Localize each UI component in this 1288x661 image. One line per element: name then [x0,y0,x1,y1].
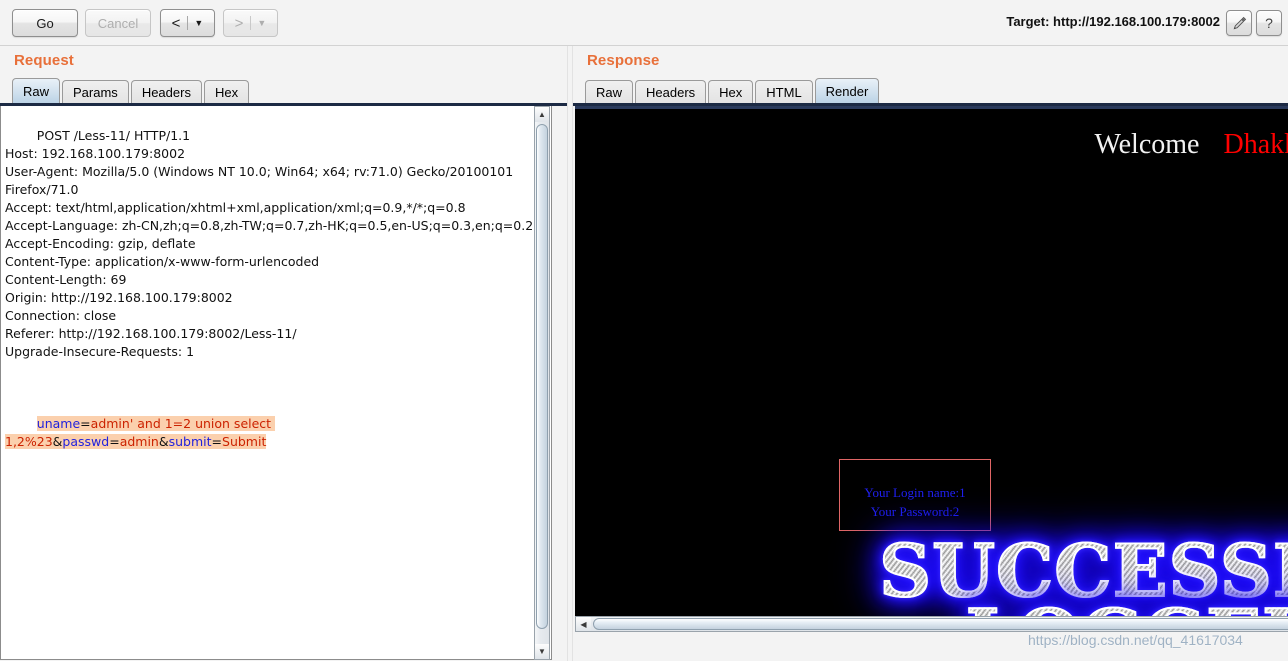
request-blank-line [5,379,535,397]
response-horizontal-scrollbar[interactable]: ◀ ▶ [575,616,1288,632]
payload-token-key: uname [36,416,81,431]
payload-token-val: Submit [222,434,267,449]
history-forward-button[interactable]: > ▼ [223,9,278,37]
tab-response-render[interactable]: Render [814,78,880,103]
request-payload-highlight: uname=admin' and 1=2 union select 1,2%23… [5,416,276,449]
scroll-down-icon[interactable]: ▼ [535,644,549,659]
response-tabstrip: Raw Headers Hex HTML Render [585,78,881,103]
tab-request-raw[interactable]: Raw [12,78,61,103]
chevron-down-icon: ▼ [194,17,204,28]
request-raw-text: POST /Less-11/ HTTP/1.1 Host: 192.168.10… [5,109,535,469]
request-tabstrip: Raw Params Headers Hex [12,78,251,103]
chevron-down-icon: ▼ [257,17,267,28]
question-icon: ? [1265,15,1273,31]
button-divider [187,16,189,30]
tab-response-hex[interactable]: Hex [708,80,754,103]
welcome-heading: Welcome Dhakkan [575,129,1288,161]
request-raw-editor[interactable]: POST /Less-11/ HTTP/1.1 Host: 192.168.10… [0,106,552,660]
result-password: Your Password:2 [870,504,960,519]
result-login-name: Your Login name:1 [864,485,966,500]
success-banner: SUCCESSFULLY LOGGED IN [575,534,1288,616]
banner-line-two: LOGGED IN [575,598,1288,616]
payload-token-sep: & [158,434,169,449]
payload-token-sep: = [109,434,120,449]
tab-request-hex[interactable]: Hex [203,80,250,103]
history-back-button[interactable]: < ▼ [160,9,215,37]
response-heading: Response [587,52,660,69]
scroll-thumb[interactable] [536,124,548,629]
tab-response-headers[interactable]: Headers [635,80,707,103]
scroll-thumb[interactable] [593,618,1288,630]
render-top-border [575,106,1288,109]
payload-token-key: submit [168,434,212,449]
burp-repeater-window: Go Cancel < ▼ > ▼ Target: http://192.168… [0,0,1288,661]
payload-token-sep: = [80,416,91,431]
cancel-button[interactable]: Cancel [85,9,151,37]
tab-request-headers[interactable]: Headers [130,80,202,103]
welcome-username: Dhakkan [1223,129,1288,160]
chevron-left-icon: < [171,14,181,32]
injection-result-box: Your Login name:1 Your Password:2 [839,459,991,531]
tab-request-params[interactable]: Params [62,80,129,103]
button-divider [250,16,252,30]
payload-token-val: admin [119,434,159,449]
request-heading: Request [14,52,74,69]
payload-token-key: passwd [62,434,110,449]
payload-token-sep: = [211,434,223,449]
welcome-word: Welcome [1094,129,1200,160]
target-label: Target: http://192.168.100.179:8002 [1006,14,1220,29]
top-toolbar: Go Cancel < ▼ > ▼ Target: http://192.168… [0,0,1288,46]
request-panel: Request Raw Params Headers Hex POST /Les… [0,46,567,661]
edit-target-button[interactable] [1226,10,1252,36]
help-button[interactable]: ? [1256,10,1282,36]
tab-response-raw[interactable]: Raw [585,80,634,103]
response-render-viewport[interactable]: WelcomeDhakkan Username Password Your Lo… [575,106,1288,616]
payload-token-sep: & [52,434,63,449]
tab-response-html[interactable]: HTML [755,80,813,103]
chevron-right-icon: > [234,14,244,32]
scroll-left-icon[interactable]: ◀ [576,617,591,631]
pencil-icon [1233,16,1246,29]
request-headers-text: POST /Less-11/ HTTP/1.1 Host: 192.168.10… [5,128,534,359]
request-vertical-scrollbar[interactable]: ▲ ▼ [534,106,550,660]
scroll-up-icon[interactable]: ▲ [535,107,549,122]
response-panel: Response Raw Headers Hex HTML Render Wel… [573,46,1288,661]
go-button[interactable]: Go [12,9,78,37]
